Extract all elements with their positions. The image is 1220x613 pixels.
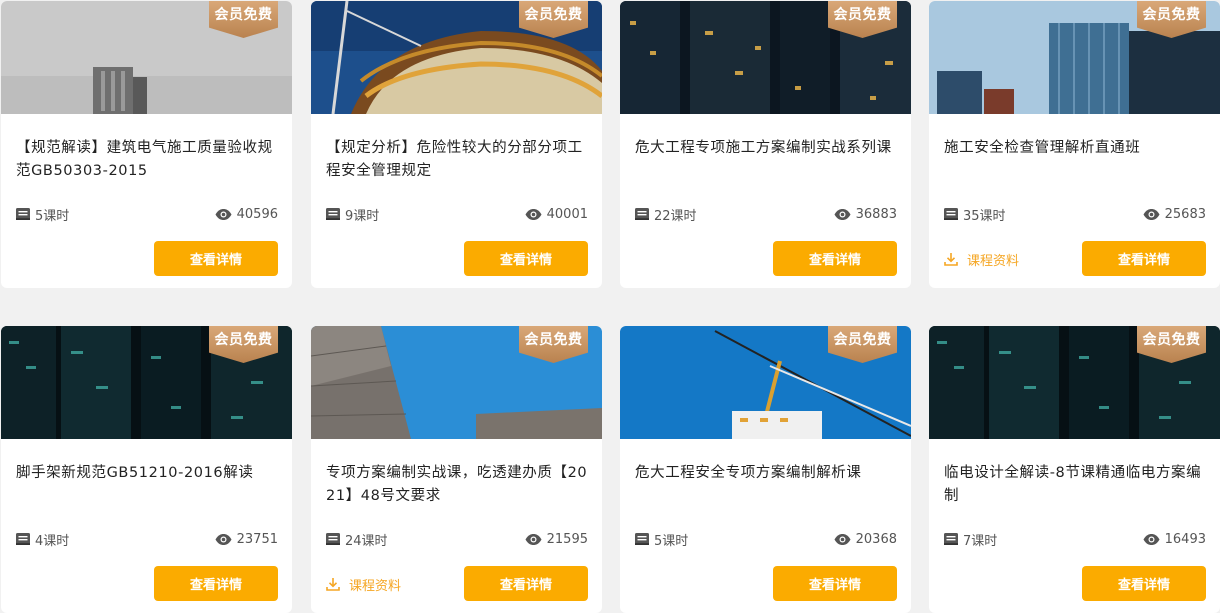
view-count: 20368 [834, 530, 897, 548]
lesson-list-icon [944, 533, 958, 545]
download-icon [326, 577, 340, 591]
lesson-count-text: 7课时 [963, 533, 998, 549]
lesson-list-icon [944, 208, 958, 220]
lesson-count: 22课时 [635, 205, 697, 224]
course-card[interactable]: 会员免费 专项方案编制实战课，吃透建办质【2021】48号文要求 24课时 21… [311, 326, 602, 613]
view-count: 16493 [1143, 530, 1206, 548]
view-details-button[interactable]: 查看详情 [154, 241, 278, 276]
lesson-count: 9课时 [326, 205, 380, 224]
course-title[interactable]: 危大工程专项施工方案编制实战系列课 [635, 137, 897, 160]
lesson-count-text: 5课时 [654, 533, 689, 549]
lesson-list-icon [326, 533, 340, 545]
course-materials-label: 课程资料 [349, 578, 402, 594]
view-details-button[interactable]: 查看详情 [773, 566, 897, 601]
lesson-count: 5课时 [16, 205, 70, 224]
lesson-count-text: 24课时 [345, 533, 388, 549]
course-materials-label: 课程资料 [967, 253, 1020, 269]
lesson-count: 4课时 [16, 530, 70, 549]
lesson-count-text: 22课时 [654, 208, 697, 224]
view-details-button[interactable]: 查看详情 [464, 241, 588, 276]
lesson-count: 7课时 [944, 530, 998, 549]
eye-icon [834, 208, 851, 220]
course-title[interactable]: 施工安全检查管理解析直通班 [944, 137, 1206, 160]
view-count-text: 23751 [236, 531, 278, 547]
view-count: 25683 [1143, 205, 1206, 223]
view-count-text: 25683 [1164, 206, 1206, 222]
eye-icon [215, 533, 232, 545]
course-materials-link[interactable]: 课程资料 [326, 575, 402, 594]
view-count-text: 20368 [855, 531, 897, 547]
view-count: 23751 [215, 530, 278, 548]
eye-icon [525, 208, 542, 220]
lesson-count: 5课时 [635, 530, 689, 549]
course-card[interactable]: 会员免费 【规定分析】危险性较大的分部分项工程安全管理规定 9课时 40001 … [311, 1, 602, 288]
eye-icon [834, 533, 851, 545]
lesson-list-icon [635, 208, 649, 220]
download-icon [944, 252, 958, 266]
course-title[interactable]: 【规范解读】建筑电气施工质量验收规范GB50303-2015 [16, 137, 278, 183]
lesson-count: 24课时 [326, 530, 388, 549]
view-details-button[interactable]: 查看详情 [1082, 566, 1206, 601]
course-card[interactable]: 会员免费 危大工程专项施工方案编制实战系列课 22课时 36883 查看详情 [620, 1, 911, 288]
view-count-text: 36883 [855, 206, 897, 222]
view-details-button[interactable]: 查看详情 [464, 566, 588, 601]
view-count-text: 40596 [236, 206, 278, 222]
course-title[interactable]: 专项方案编制实战课，吃透建办质【2021】48号文要求 [326, 462, 588, 508]
course-card[interactable]: 会员免费 脚手架新规范GB51210-2016解读 4课时 23751 查看详情 [1, 326, 292, 613]
course-grid: 会员免费 【规范解读】建筑电气施工质量验收规范GB50303-2015 5课时 … [0, 0, 1220, 613]
view-count-text: 16493 [1164, 531, 1206, 547]
view-count: 40001 [525, 205, 588, 223]
course-title[interactable]: 脚手架新规范GB51210-2016解读 [16, 462, 278, 485]
lesson-list-icon [326, 208, 340, 220]
eye-icon [1143, 208, 1160, 220]
view-count: 40596 [215, 205, 278, 223]
view-details-button[interactable]: 查看详情 [773, 241, 897, 276]
lesson-count-text: 5课时 [35, 208, 70, 224]
lesson-list-icon [635, 533, 649, 545]
course-card[interactable]: 会员免费 危大工程安全专项方案编制解析课 5课时 20368 查看详情 [620, 326, 911, 613]
lesson-list-icon [16, 533, 30, 545]
view-count: 36883 [834, 205, 897, 223]
lesson-count-text: 4课时 [35, 533, 70, 549]
lesson-count: 35课时 [944, 205, 1006, 224]
course-title[interactable]: 临电设计全解读-8节课精通临电方案编制 [944, 462, 1206, 508]
course-card[interactable]: 会员免费 【规范解读】建筑电气施工质量验收规范GB50303-2015 5课时 … [1, 1, 292, 288]
course-materials-link[interactable]: 课程资料 [944, 250, 1020, 269]
course-card[interactable]: 会员免费 施工安全检查管理解析直通班 35课时 25683 课程资料 查看详情 [929, 1, 1220, 288]
view-count-text: 21595 [546, 531, 588, 547]
view-count: 21595 [525, 530, 588, 548]
course-title[interactable]: 危大工程安全专项方案编制解析课 [635, 462, 897, 485]
view-details-button[interactable]: 查看详情 [154, 566, 278, 601]
course-card[interactable]: 会员免费 临电设计全解读-8节课精通临电方案编制 7课时 16493 查看详情 [929, 326, 1220, 613]
eye-icon [525, 533, 542, 545]
view-details-button[interactable]: 查看详情 [1082, 241, 1206, 276]
lesson-count-text: 35课时 [963, 208, 1006, 224]
eye-icon [1143, 533, 1160, 545]
eye-icon [215, 208, 232, 220]
view-count-text: 40001 [546, 206, 588, 222]
lesson-count-text: 9课时 [345, 208, 380, 224]
course-title[interactable]: 【规定分析】危险性较大的分部分项工程安全管理规定 [326, 137, 588, 183]
lesson-list-icon [16, 208, 30, 220]
